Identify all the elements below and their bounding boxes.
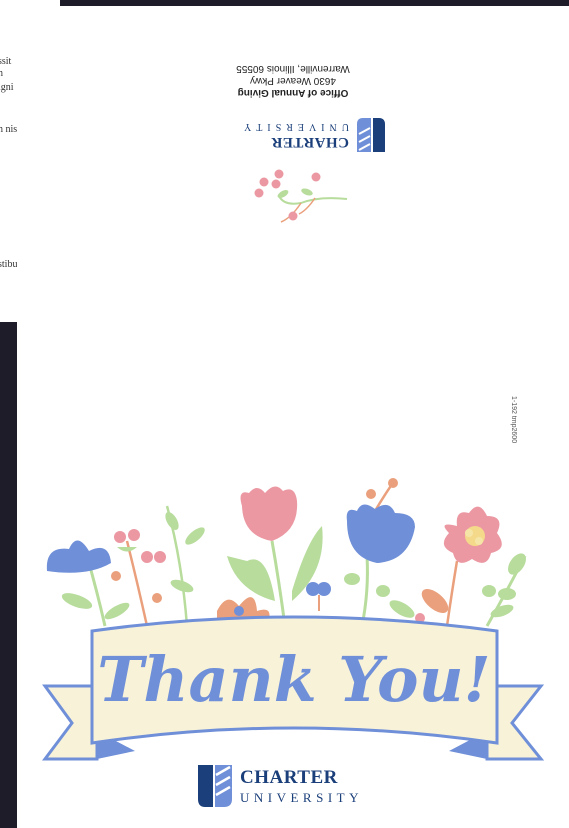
logo-subtitle: UNIVERSITY [239, 121, 349, 132]
logo-name: CHARTER [271, 134, 349, 150]
bg-text-fragment: n nis [0, 124, 18, 135]
charter-shield-icon [357, 118, 385, 152]
bg-text-fragment: stibu [0, 259, 18, 270]
bg-text-fragment: igni [0, 82, 14, 93]
bg-text-fragment: n [0, 68, 3, 79]
address-city: Warrenville, Illinois 60555 [236, 63, 350, 74]
print-code: 1-192 tmp2600 [510, 396, 517, 444]
address-office: Office of Annual Giving [237, 87, 349, 98]
front-logo: CHARTER UNIVERSITY [198, 765, 363, 807]
address-street: 4630 Weaver Pkwy [250, 75, 336, 86]
logo-subtitle: UNIVERSITY [240, 790, 363, 805]
bg-text-fragment: ssit [0, 56, 12, 67]
logo-name: CHARTER [240, 767, 338, 788]
banner-text: Thank You! [97, 643, 491, 716]
thank-you-card: CHARTER UNIVERSITY Office of Annual Givi… [17, 6, 569, 828]
floral-sprig-icon [254, 169, 348, 223]
charter-shield-icon [198, 765, 232, 807]
back-logo: CHARTER UNIVERSITY [239, 118, 385, 152]
return-address: Office of Annual Giving 4630 Weaver Pkwy… [203, 62, 383, 98]
thank-you-banner: Thank You! [42, 615, 545, 761]
card-back-panel: CHARTER UNIVERSITY Office of Annual Givi… [17, 6, 569, 306]
